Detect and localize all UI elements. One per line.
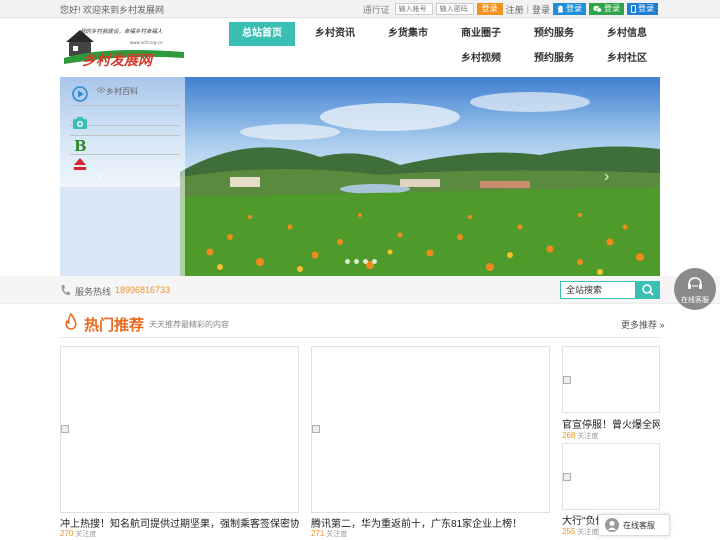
account-input[interactable]	[394, 3, 433, 15]
broken-image-icon	[61, 425, 69, 433]
play-icon[interactable]	[72, 86, 88, 102]
hot-section-subtitle: 天天推荐最精彩的内容	[149, 320, 229, 329]
broken-image-icon	[563, 376, 571, 384]
fire-icon	[65, 313, 77, 330]
banner-dot[interactable]	[372, 259, 377, 264]
main-nav: 总站首页 乡村资讯 乡货集市 商业圈子 预约服务 乡村信息 乡村视频 预约服务 …	[229, 22, 672, 72]
register-link[interactable]: 注册	[506, 3, 524, 16]
attention-count: 270	[60, 529, 74, 538]
wechat-login-label: 登录	[604, 4, 620, 13]
passport-label: 通行证	[362, 4, 390, 15]
nav-info[interactable]: 乡村信息	[594, 22, 660, 46]
article-meta: 255 关注度	[562, 527, 598, 537]
nav-news[interactable]: 乡村资讯	[302, 22, 368, 46]
attention-unit: 关注度	[326, 531, 348, 538]
banner-prev-arrow[interactable]: ‹	[98, 169, 103, 185]
search-icon	[642, 284, 654, 296]
attention-unit: 关注度	[577, 529, 599, 536]
site-logo[interactable]: 我的乡村我建设，幸福乡村幸福人 乡村发展网 www.xcfz.org.cn	[64, 24, 188, 70]
service-avatar-icon	[605, 518, 619, 532]
attention-unit: 关注度	[577, 433, 599, 440]
nav-booking-2[interactable]: 预约服务	[521, 47, 587, 71]
phone-login-button[interactable]: 登录	[627, 3, 658, 15]
attention-count: 268	[562, 431, 576, 440]
online-service-bar[interactable]: 在线客服	[598, 514, 670, 536]
nav-video[interactable]: 乡村视频	[448, 47, 514, 71]
nav-booking[interactable]: 预约服务	[521, 22, 587, 46]
logo-url: www.xcfz.org.cn	[130, 40, 163, 45]
more-recommend-link[interactable]: 更多推荐 »	[621, 318, 665, 331]
qq-login-button[interactable]: 登录	[553, 3, 586, 15]
phone-hotline-icon	[61, 285, 70, 296]
svg-text:B: B	[74, 137, 87, 153]
hot-section-title: 热门推荐	[84, 317, 145, 334]
article-image[interactable]	[60, 346, 299, 513]
search-button[interactable]	[636, 281, 660, 299]
article-title[interactable]: 冲上热搜！知名航司提供过期坚果，强制乘客签保密协议?	[60, 515, 299, 530]
online-service-bubble[interactable]: 在线客服	[674, 268, 716, 310]
article-image[interactable]	[562, 346, 660, 413]
logo-name: 乡村发展网	[82, 52, 154, 69]
article-title[interactable]: 官宣停服！曾火爆全网	[562, 416, 660, 431]
banner-dot[interactable]	[363, 259, 368, 264]
article-meta: 271 关注度	[311, 529, 347, 539]
article-title[interactable]: 腾讯第二，华为重返前十，广东81家企业上榜！	[311, 515, 550, 530]
article-image[interactable]	[562, 443, 660, 510]
online-service-bubble-label: 在线客服	[681, 297, 709, 304]
article-meta: 268 关注度	[562, 431, 598, 441]
attention-count: 271	[311, 529, 325, 538]
broken-image-icon	[563, 473, 571, 481]
attention-unit: 关注度	[75, 531, 97, 538]
password-input[interactable]	[435, 3, 474, 15]
logo-slogan: 我的乡村我建设，幸福乡村幸福人	[80, 28, 163, 35]
nav-home[interactable]: 总站首页	[229, 22, 295, 46]
banner-dot[interactable]	[354, 259, 359, 264]
eject-icon[interactable]	[72, 156, 88, 172]
eye-icon	[97, 87, 105, 93]
banner-next-arrow[interactable]: ›	[604, 169, 609, 185]
phone-icon	[631, 5, 636, 13]
wechat-login-button[interactable]: 登录	[589, 3, 624, 15]
nav-business-circle[interactable]: 商业圈子	[448, 22, 514, 46]
separator: |	[526, 4, 529, 14]
login-button[interactable]: 登录	[476, 3, 503, 15]
headset-icon	[688, 277, 702, 289]
login-link[interactable]: 登录	[532, 3, 550, 16]
divider	[60, 337, 660, 338]
camera-icon[interactable]	[72, 115, 88, 131]
article-meta: 270 关注度	[60, 529, 96, 539]
article-image[interactable]	[311, 346, 550, 513]
nav-community[interactable]: 乡村社区	[594, 47, 660, 71]
broken-image-icon	[312, 425, 320, 433]
welcome-text: 您好! 欢迎来到乡村发展网	[60, 5, 165, 15]
qq-icon	[558, 5, 563, 13]
phone-login-label: 登录	[638, 4, 654, 13]
banner-dot[interactable]	[345, 259, 350, 264]
site-search-input[interactable]: 全站搜索	[560, 281, 636, 299]
encyclopedia-label: 乡村百科	[106, 87, 138, 96]
wechat-icon	[593, 5, 602, 13]
login-area: 通行证 登录 注册 | 登录 登录 登录 登录	[363, 2, 658, 16]
banner-side-panel: 乡村百科 B	[60, 77, 185, 276]
bold-b-icon[interactable]: B	[72, 137, 88, 153]
attention-count: 255	[562, 527, 576, 536]
online-service-bar-label: 在线客服	[623, 520, 655, 530]
hotline-label: 服务热线	[75, 287, 112, 297]
banner-dots	[345, 259, 377, 264]
hotline-number: 18996816733	[115, 285, 171, 295]
qq-login-label: 登录	[566, 4, 582, 13]
top-bar: 您好! 欢迎来到乡村发展网 通行证 登录 注册 | 登录 登录 登录 登录	[0, 0, 720, 18]
nav-market[interactable]: 乡货集市	[375, 22, 441, 46]
